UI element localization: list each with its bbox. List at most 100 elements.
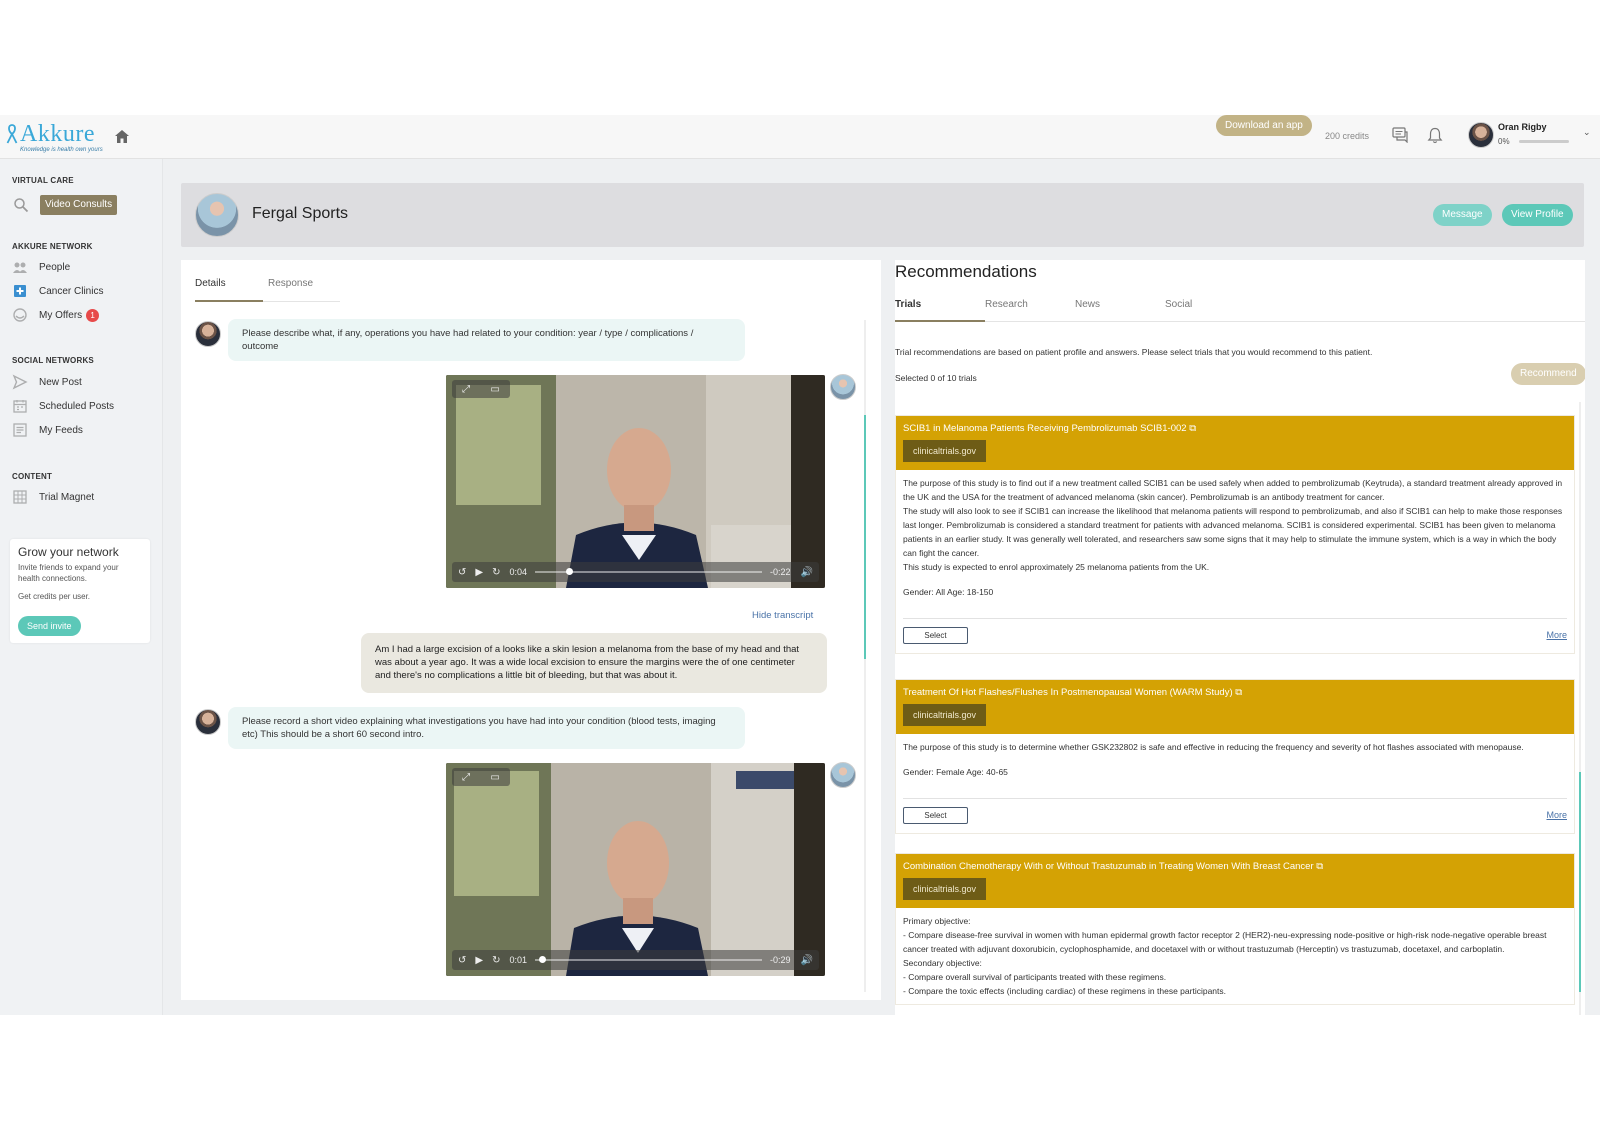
trial-header: Combination Chemotherapy With or Without… [896, 854, 1574, 908]
user-name: Oran Rigby [1498, 122, 1547, 132]
tab-divider [895, 321, 1585, 322]
trial-description-paragraph: This study is expected to enrol approxim… [903, 562, 1210, 572]
sidebar-item-label: Trial Magnet [39, 491, 95, 503]
sidebar-item-label: Scheduled Posts [39, 400, 115, 412]
bell-icon[interactable] [1427, 127, 1443, 144]
section-akkure-network: AKKURE NETWORK [12, 242, 93, 251]
external-link-icon[interactable]: ⧉ [1235, 687, 1242, 698]
sidebar-item-trial-magnet[interactable]: Trial Magnet [12, 487, 94, 507]
send-icon [12, 374, 28, 390]
chat-icon[interactable] [1392, 127, 1410, 143]
trial-description-paragraph: - Compare overall survival of participan… [903, 972, 1167, 982]
akkure-logo[interactable]: Akkure Knowledge is health own yours [6, 122, 103, 153]
recommendations-panel: Recommendations Trials Research News Soc… [895, 260, 1585, 1015]
calendar-icon [13, 400, 27, 413]
tab-response[interactable]: Response [268, 278, 313, 289]
tab-social[interactable]: Social [1165, 299, 1192, 310]
tab-news[interactable]: News [1075, 299, 1100, 310]
play-icon[interactable]: ▶ [475, 567, 483, 578]
volume-icon[interactable]: 🔊 [801, 955, 813, 966]
grow-subtitle: Invite friends to expand your health con… [18, 563, 119, 583]
message-button[interactable]: Message [1433, 204, 1492, 226]
scrubber-handle[interactable] [538, 956, 546, 963]
trial-card: SCIB1 in Melanoma Patients Receiving Pem… [895, 415, 1575, 654]
chevron-down-icon[interactable]: ⌄ [1583, 127, 1591, 138]
user-avatar[interactable] [1468, 122, 1494, 148]
avatar [195, 321, 221, 347]
selected-count: Selected 0 of 10 trials [895, 373, 977, 383]
sidebar-item-label: People [39, 261, 71, 273]
volume-icon[interactable]: 🔊 [801, 567, 813, 578]
select-trial-button[interactable]: Select [903, 627, 968, 644]
pip-icon[interactable]: ▭ [490, 384, 499, 395]
clinic-icon [14, 285, 26, 297]
video-consults-button[interactable]: Video Consults [40, 195, 118, 215]
rewind-icon[interactable]: ↺ [458, 567, 466, 578]
video-scrubber[interactable] [535, 956, 763, 963]
video-toolbar-2[interactable]: ⤢ ▭ [452, 768, 510, 786]
tab-trials[interactable]: Trials [895, 299, 921, 310]
people-icon [13, 262, 27, 273]
consult-scrollbar-thumb[interactable] [864, 415, 866, 659]
video-controls-1[interactable]: ↺ ▶ ↻ 0:04 -0:22 🔊 [452, 562, 819, 582]
play-icon[interactable]: ▶ [475, 955, 483, 966]
trial-title-text[interactable]: Combination Chemotherapy With or Without… [903, 861, 1314, 872]
fullscreen-icon[interactable]: ⤢ [462, 384, 470, 395]
sidebar-item-cancer-clinics[interactable]: Cancer Clinics [12, 281, 103, 301]
view-profile-button[interactable]: View Profile [1502, 204, 1573, 226]
sidebar-item-my-feeds[interactable]: My Feeds [12, 420, 83, 440]
sidebar-item-new-post[interactable]: New Post [12, 372, 82, 392]
trial-footer: Select More [896, 619, 1574, 653]
trial-description-paragraph: - Compare the toxic effects (including c… [903, 986, 1226, 996]
download-app-button[interactable]: Download an app [1216, 115, 1312, 136]
video-controls-2[interactable]: ↺ ▶ ↻ 0:01 -0:29 🔊 [452, 950, 819, 970]
grow-title: Grow your network [18, 545, 119, 559]
external-link-icon[interactable]: ⧉ [1189, 423, 1196, 434]
recommend-button[interactable]: Recommend [1511, 363, 1585, 385]
transcript-bubble: Am I had a large excision of a looks lik… [361, 633, 827, 693]
video-player-2[interactable]: ⤢ ▭ ↺ ▶ ↻ 0:01 -0:29 🔊 [446, 763, 825, 976]
video-scrubber[interactable] [535, 568, 763, 575]
sidebar-item-scheduled-posts[interactable]: Scheduled Posts [12, 396, 114, 416]
search-icon[interactable] [13, 197, 29, 213]
hide-transcript-link[interactable]: Hide transcript [752, 610, 813, 621]
trial-description-paragraph: The purpose of this study is to determin… [903, 742, 1524, 752]
trial-card: Combination Chemotherapy With or Without… [895, 853, 1575, 1005]
trial-title-text[interactable]: SCIB1 in Melanoma Patients Receiving Pem… [903, 423, 1187, 434]
patient-avatar-small [830, 762, 856, 788]
source-tag: clinicaltrials.gov [903, 878, 987, 900]
active-tab-indicator [195, 300, 263, 302]
user-progress-bar [1519, 140, 1569, 143]
forward-icon[interactable]: ↻ [492, 955, 500, 966]
trial-title[interactable]: SCIB1 in Melanoma Patients Receiving Pem… [903, 422, 1567, 436]
trial-title[interactable]: Treatment Of Hot Flashes/Flushes In Post… [903, 686, 1567, 700]
rewind-icon[interactable]: ↺ [458, 955, 466, 966]
send-invite-button[interactable]: Send invite [18, 616, 81, 636]
video-player-1[interactable]: ⤢ ▭ ↺ ▶ ↻ 0:04 -0:22 🔊 [446, 375, 825, 588]
fullscreen-icon[interactable]: ⤢ [462, 772, 470, 783]
sidebar: VIRTUAL CARE Video Consults AKKURE NETWO… [0, 159, 163, 1015]
trial-title-text[interactable]: Treatment Of Hot Flashes/Flushes In Post… [903, 687, 1233, 698]
app: Akkure Knowledge is health own yours Dow… [0, 115, 1600, 1015]
select-trial-button[interactable]: Select [903, 807, 968, 824]
pip-icon[interactable]: ▭ [490, 772, 499, 783]
more-link[interactable]: More [1546, 810, 1567, 820]
recommendations-scrollbar-thumb[interactable] [1579, 772, 1581, 992]
external-link-icon[interactable]: ⧉ [1316, 861, 1323, 872]
video-toolbar-1[interactable]: ⤢ ▭ [452, 380, 510, 398]
scrubber-handle[interactable] [566, 568, 574, 575]
recommendations-intro: Trial recommendations are based on patie… [895, 347, 1373, 357]
patient-banner: Fergal Sports Message View Profile [181, 183, 1584, 247]
sidebar-item-my-offers[interactable]: My Offers 1 [12, 305, 100, 325]
home-icon[interactable] [114, 128, 130, 144]
forward-icon[interactable]: ↻ [492, 567, 500, 578]
tab-research[interactable]: Research [985, 299, 1028, 310]
trial-description-paragraph: Secondary objective: [903, 958, 982, 968]
trial-eligibility: Gender: Female Age: 40-65 [903, 767, 1008, 777]
sidebar-item-people[interactable]: People [12, 257, 70, 277]
more-link[interactable]: More [1546, 630, 1567, 640]
tab-details[interactable]: Details [195, 278, 226, 289]
trial-footer: Select More [896, 799, 1574, 833]
patient-avatar [195, 193, 239, 237]
trial-title[interactable]: Combination Chemotherapy With or Without… [903, 860, 1567, 874]
